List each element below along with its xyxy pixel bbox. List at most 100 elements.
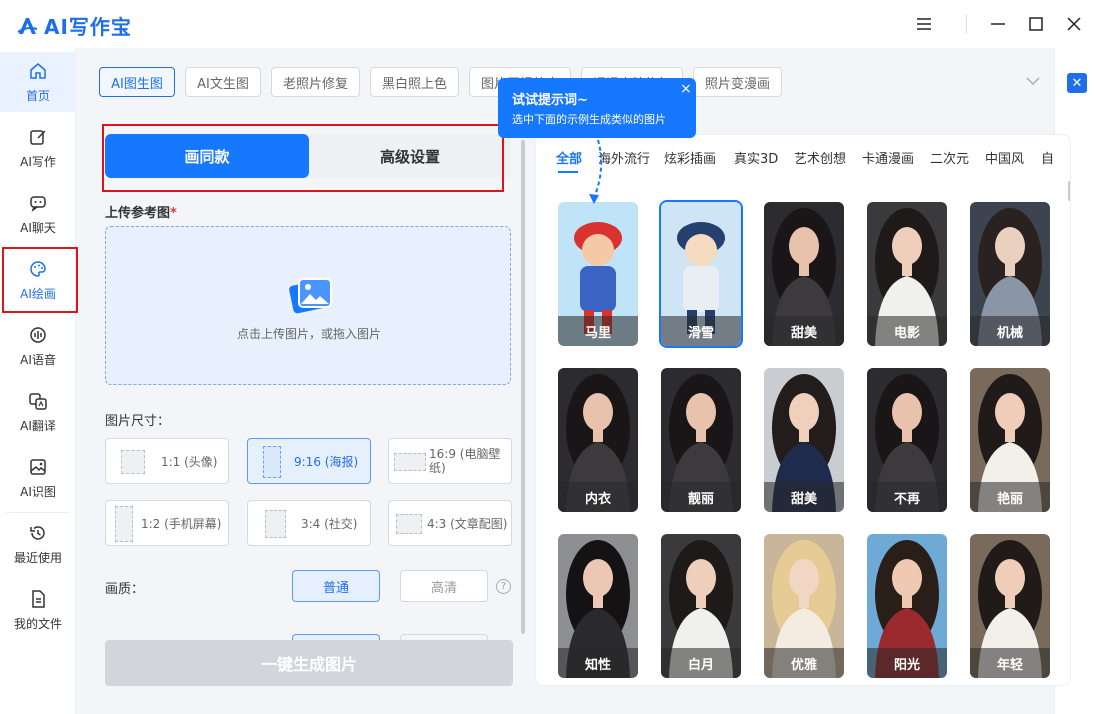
image-scan-icon xyxy=(30,458,46,475)
category-tab[interactable]: 自 xyxy=(1041,148,1054,167)
chevron-down-icon[interactable] xyxy=(1026,76,1040,86)
menu-icon[interactable] xyxy=(912,12,936,36)
tab-img2img[interactable]: AI图生图 xyxy=(99,67,175,97)
sidebar-item-ai-translate[interactable]: AI翻译 xyxy=(0,382,76,442)
image-upload-icon xyxy=(289,278,332,314)
category-tab[interactable]: 真实3D xyxy=(734,148,778,167)
size-option-3-4[interactable]: 3:4 (社交) xyxy=(247,500,371,546)
sidebar-item-ai-recognize[interactable]: AI识图 xyxy=(0,448,76,508)
close-icon[interactable] xyxy=(1062,12,1086,36)
chat-icon xyxy=(30,195,46,212)
edit-icon xyxy=(30,129,46,145)
sidebar-item-ai-chat[interactable]: AI聊天 xyxy=(0,184,76,244)
app-logo: AI写作宝 xyxy=(16,11,132,40)
tooltip-close-icon[interactable]: × xyxy=(680,81,692,97)
sidebar-item-label: AI聊天 xyxy=(20,220,56,235)
gallery-card[interactable]: 艳丽 xyxy=(970,368,1050,512)
gallery-scrollbar[interactable] xyxy=(1068,181,1070,201)
collapse-panel-icon[interactable]: ✕ xyxy=(1067,73,1087,93)
category-tab[interactable]: 全部 xyxy=(556,148,582,167)
history-icon xyxy=(30,525,45,540)
gallery-card[interactable]: 内衣 xyxy=(558,368,638,512)
gallery-caption: 艳丽 xyxy=(970,482,1050,512)
sidebar-item-ai-voice[interactable]: AI语音 xyxy=(0,316,76,376)
ratio-preview xyxy=(396,514,422,534)
gallery-card[interactable]: 靓丽 xyxy=(661,368,741,512)
tooltip-title: 试试提示词~ xyxy=(512,93,588,108)
size-label: 图片尺寸： xyxy=(105,414,171,429)
category-tab[interactable]: 中国风 xyxy=(985,148,1024,167)
sidebar-item-label: AI识图 xyxy=(20,484,56,499)
gallery-card[interactable]: 滑雪 xyxy=(659,200,743,348)
gallery-caption: 甜美 xyxy=(764,316,844,346)
title-divider xyxy=(966,14,967,34)
upload-dropzone[interactable]: 点击上传图片，或拖入图片 xyxy=(105,226,511,385)
gallery-caption: 甜美 xyxy=(764,482,844,512)
help-icon[interactable]: ? xyxy=(496,579,511,594)
quality-normal-button[interactable]: 普通 xyxy=(292,570,380,602)
home-icon xyxy=(30,62,46,79)
sidebar-item-recent[interactable]: 最近使用 xyxy=(0,514,76,574)
example-gallery: 全部 海外流行 炫彩插画 真实3D 艺术创想 卡通漫画 二次元 中国风自 马里 滑雪 甜美 电影 机械… xyxy=(535,134,1071,686)
tooltip-body: 选中下面的示例生成类似的图片 xyxy=(512,113,666,126)
gallery-card[interactable]: 优雅 xyxy=(764,534,844,678)
maximize-icon[interactable] xyxy=(1024,12,1048,36)
gallery-card[interactable]: 电影 xyxy=(867,202,947,346)
size-option-4-3[interactable]: 4:3 (文章配图) xyxy=(388,500,512,546)
minimize-icon[interactable] xyxy=(986,12,1010,36)
size-option-1-1[interactable]: 1:1 (头像) xyxy=(105,438,229,484)
quality-label: 画质： xyxy=(105,582,145,597)
gallery-caption: 优雅 xyxy=(764,648,844,678)
app-title: AI写作宝 xyxy=(44,15,132,39)
category-tab[interactable]: 卡通漫画 xyxy=(862,148,914,167)
size-option-9-16[interactable]: 9:16 (海报) xyxy=(247,438,371,484)
title-bar: AI写作宝 xyxy=(0,0,1094,48)
size-option-16-9[interactable]: 16:9 (电脑壁纸) xyxy=(388,438,512,484)
quality-hd-button[interactable]: 高清 xyxy=(400,570,488,602)
sidebar-item-label: AI语音 xyxy=(20,352,56,367)
gallery-caption: 内衣 xyxy=(558,482,638,512)
file-icon xyxy=(32,589,45,608)
highlight-box-mode xyxy=(102,124,504,192)
category-tab[interactable]: 二次元 xyxy=(930,148,969,167)
gallery-card[interactable]: 知性 xyxy=(558,534,638,678)
ratio-preview xyxy=(394,453,426,471)
gallery-caption: 电影 xyxy=(867,316,947,346)
tab-cartoonize[interactable]: 照片变漫画 xyxy=(693,67,782,97)
sidebar-item-label: AI翻译 xyxy=(20,418,56,433)
tab-photo-restore[interactable]: 老照片修复 xyxy=(271,67,360,97)
logo-icon xyxy=(17,17,38,34)
size-option-1-2[interactable]: 1:2 (手机屏幕) xyxy=(105,500,229,546)
ratio-preview xyxy=(121,450,145,474)
gallery-card[interactable]: 甜美 xyxy=(764,202,844,346)
upload-hint: 点击上传图片，或拖入图片 xyxy=(236,327,381,341)
sidebar-item-ai-writing[interactable]: AI写作 xyxy=(0,118,76,178)
gallery-card[interactable]: 年轻 xyxy=(970,534,1050,678)
sidebar-item-label: 我的文件 xyxy=(13,616,62,631)
generate-button[interactable]: 一键生成图片 xyxy=(105,640,513,686)
ratio-preview xyxy=(115,506,133,542)
gallery-caption: 阳光 xyxy=(867,648,947,678)
ratio-preview xyxy=(265,510,286,538)
category-tab[interactable]: 艺术创想 xyxy=(794,148,846,167)
gallery-card[interactable]: 不再 xyxy=(867,368,947,512)
gallery-card[interactable]: 白月 xyxy=(661,534,741,678)
gallery-caption: 白月 xyxy=(661,648,741,678)
tab-txt2img[interactable]: AI文生图 xyxy=(185,67,261,97)
sidebar-item-my-files[interactable]: 我的文件 xyxy=(0,580,76,640)
sidebar-item-home[interactable]: 首页 xyxy=(0,52,76,112)
gallery-card[interactable]: 马里 xyxy=(558,202,638,346)
gallery-caption: 年轻 xyxy=(970,648,1050,678)
gallery-card[interactable]: 机械 xyxy=(970,202,1050,346)
gallery-card[interactable]: 阳光 xyxy=(867,534,947,678)
category-underline xyxy=(558,171,578,173)
gallery-card[interactable]: 甜美 xyxy=(764,368,844,512)
category-tab[interactable]: 炫彩插画 xyxy=(664,148,716,167)
gallery-caption: 机械 xyxy=(970,316,1050,346)
tab-colorize[interactable]: 黑白照上色 xyxy=(370,67,459,97)
left-panel-scrollbar[interactable] xyxy=(521,140,525,634)
sidebar-item-label: AI写作 xyxy=(20,154,56,169)
sidebar-divider xyxy=(6,512,70,513)
gallery-caption: 知性 xyxy=(558,648,638,678)
required-mark: * xyxy=(170,206,177,221)
